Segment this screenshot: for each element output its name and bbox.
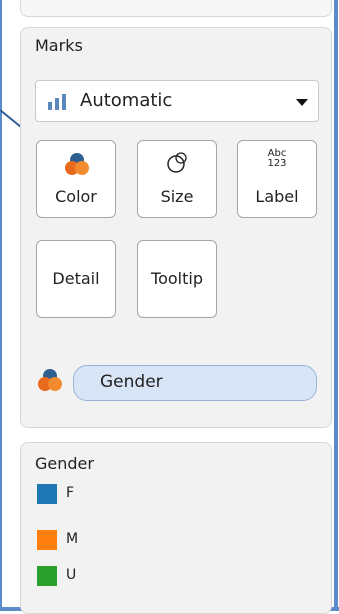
label-icon: Abc 123	[262, 149, 292, 169]
window-left-border	[0, 0, 2, 611]
size-button[interactable]: Size	[137, 140, 217, 218]
marks-title: Marks	[35, 36, 83, 55]
color-button-label: Color	[55, 187, 97, 206]
detail-button[interactable]: Detail	[36, 240, 116, 318]
size-icon	[167, 152, 187, 173]
size-button-label: Size	[160, 187, 194, 206]
legend-label-u: U	[66, 567, 77, 583]
legend-swatch-f	[37, 484, 57, 504]
legend-title: Gender	[35, 454, 94, 473]
legend-swatch-m	[37, 530, 57, 550]
detail-button-label: Detail	[52, 269, 100, 288]
label-icon-text-bottom: 123	[267, 158, 287, 169]
legend-swatch-u	[37, 566, 57, 586]
color-button[interactable]: Color	[36, 140, 116, 218]
gender-field-pill[interactable]: Gender	[73, 365, 317, 401]
mark-type-label: Automatic	[80, 90, 173, 111]
label-button-label: Label	[255, 187, 299, 206]
color-icon	[38, 369, 62, 391]
top-panel-edge	[20, 0, 332, 17]
tooltip-button[interactable]: Tooltip	[137, 240, 217, 318]
window-right-border	[334, 0, 338, 611]
label-button[interactable]: Abc 123 Label	[237, 140, 317, 218]
color-icon	[65, 153, 89, 175]
tooltip-button-label: Tooltip	[151, 269, 203, 288]
marks-card: Marks Automatic Color Size Abc 123 Label	[20, 27, 332, 428]
legend-label-m: M	[66, 531, 79, 547]
gender-pill-label: Gender	[100, 372, 163, 392]
legend-label-f: F	[66, 485, 75, 501]
gender-legend-card: Gender F M U	[20, 442, 332, 614]
mark-type-dropdown[interactable]: Automatic	[35, 80, 319, 122]
chevron-down-icon	[296, 99, 308, 106]
bar-chart-icon	[48, 94, 70, 110]
